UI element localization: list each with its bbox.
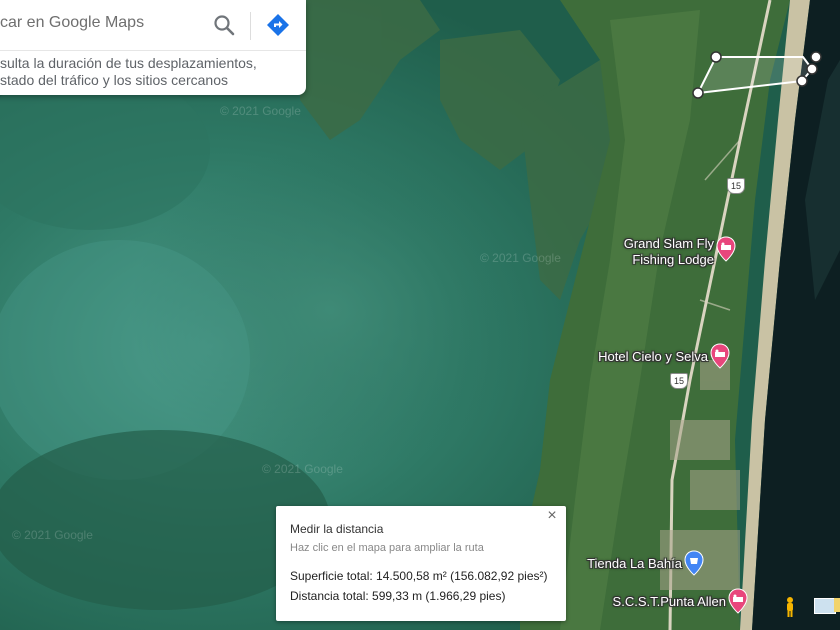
hotel-pin-icon[interactable] <box>710 343 730 369</box>
directions-icon[interactable] <box>266 13 290 37</box>
promo-text: sulta la duración de tus desplazamientos… <box>0 55 300 89</box>
place-label-grand-slam[interactable]: Grand Slam Fly Fishing Lodge <box>604 236 714 268</box>
place-label-cielo-selva[interactable]: Hotel Cielo y Selva <box>580 349 708 365</box>
place-label-line: Fishing Lodge <box>632 252 714 267</box>
search-icon[interactable] <box>212 13 236 37</box>
search-row: car en Google Maps <box>0 0 306 51</box>
layer-thumb-edge <box>834 598 840 612</box>
measure-total-distance: Distancia total: 599,33 m (1.966,29 pies… <box>290 589 506 603</box>
map-watermark: © 2021 Google <box>12 528 93 542</box>
route-shield: 15 <box>727 178 745 194</box>
place-label-line: Grand Slam Fly <box>623 236 714 251</box>
place-label-scst[interactable]: S.C.S.T.Punta Allen <box>590 594 726 610</box>
measure-distance-card: Medir la distancia × Haz clic en el mapa… <box>276 506 566 621</box>
map-layer-toggle[interactable] <box>814 598 836 614</box>
place-label-line: Tienda La Bahía <box>587 556 682 571</box>
map-watermark: © 2021 Google <box>480 251 561 265</box>
search-input[interactable]: car en Google Maps <box>0 14 190 32</box>
promo-line: sulta la duración de tus desplazamientos… <box>0 55 257 71</box>
measure-title: Medir la distancia <box>290 522 384 536</box>
pegman-icon[interactable] <box>782 596 798 618</box>
hotel-pin-icon[interactable] <box>728 588 748 614</box>
place-label-line: S.C.S.T.Punta Allen <box>612 594 726 609</box>
place-label-line: Hotel Cielo y Selva <box>598 349 708 364</box>
promo-line: stado del tráfico y los sitios cercanos <box>0 72 228 88</box>
shopping-pin-icon[interactable] <box>684 550 704 576</box>
place-label-tienda[interactable]: Tienda La Bahía <box>570 556 682 572</box>
measure-hint: Haz clic en el mapa para ampliar la ruta <box>290 542 484 554</box>
divider <box>250 12 251 40</box>
route-shield: 15 <box>670 373 688 389</box>
search-card: car en Google Maps sulta la duración de … <box>0 0 306 95</box>
map-watermark: © 2021 Google <box>220 104 301 118</box>
close-icon[interactable]: × <box>544 508 560 524</box>
hotel-pin-icon[interactable] <box>716 236 736 262</box>
map-watermark: © 2021 Google <box>262 462 343 476</box>
measure-total-area: Superficie total: 14.500,58 m² (156.082,… <box>290 569 548 583</box>
